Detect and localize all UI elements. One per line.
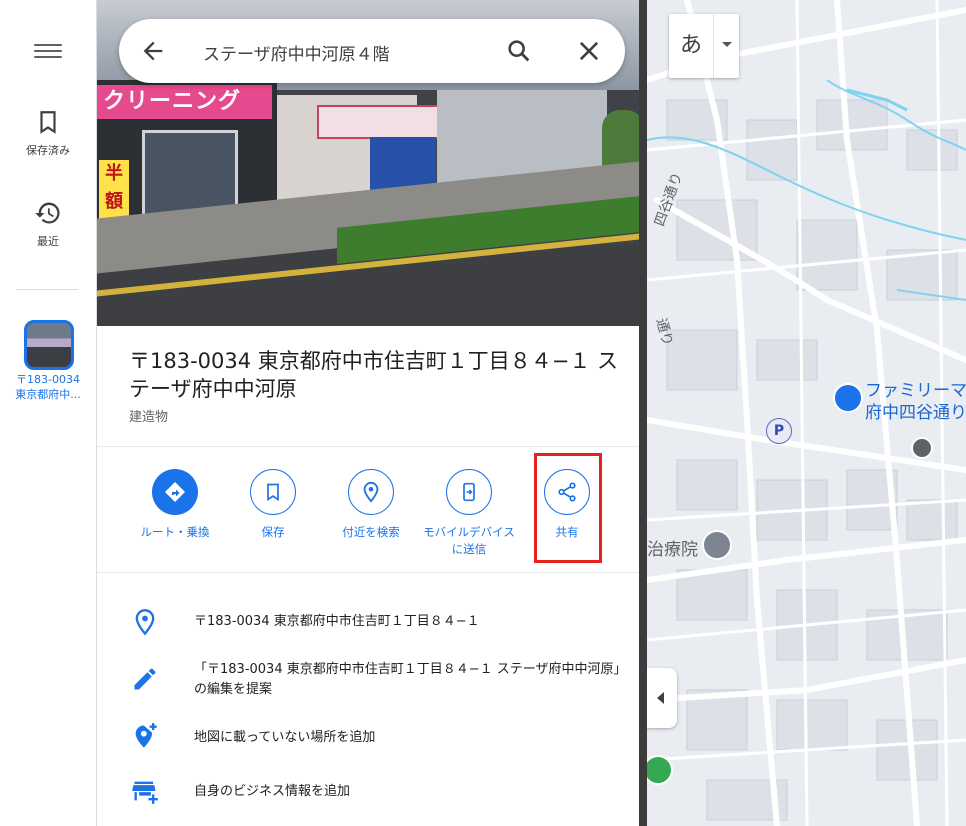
clinic-marker[interactable] — [702, 530, 732, 560]
close-icon[interactable] — [575, 37, 603, 65]
shop-banner: 半額 — [99, 160, 129, 220]
suggest-edit-text: 「〒183-0034 東京都府中市住吉町１丁目８４−１ ステーザ府中中河原」の編… — [194, 662, 620, 697]
divider — [97, 446, 639, 447]
place-category[interactable]: 建造物 — [129, 406, 168, 425]
nearby-label: 付近を検索 — [342, 525, 400, 539]
map-canvas[interactable]: あ 四谷通り 通り ファミリーマ 府中四谷通り P 治療院 — [647, 0, 966, 826]
divider — [97, 572, 639, 573]
nearby-search-icon — [363, 481, 379, 503]
share-highlight-box — [534, 453, 602, 563]
place-title: 〒183-0034 東京都府中市住吉町１丁目８４−１ ステーザ府中中河原 — [129, 349, 619, 401]
recent-button[interactable]: 最近 — [0, 199, 96, 249]
yotsuya-street-label: 府中四谷通り — [865, 403, 966, 423]
menu-icon[interactable] — [34, 40, 62, 62]
add-missing-place-text: 地図に載っていない場所を追加 — [194, 730, 376, 745]
recent-place-thumbnail[interactable] — [24, 320, 74, 370]
recent-place-line1: 〒183-0034 — [16, 373, 80, 386]
recent-label: 最近 — [37, 235, 59, 248]
saved-label: 保存済み — [26, 144, 70, 157]
parking-marker[interactable]: P — [766, 418, 792, 444]
send-to-phone-icon — [463, 482, 475, 502]
directions-label: ルート・乗換 — [140, 525, 210, 539]
history-icon — [35, 202, 60, 224]
clinic-label[interactable]: 治療院 — [647, 535, 698, 560]
bookmark-icon — [40, 111, 56, 134]
add-business-text: 自身のビジネス情報を追加 — [194, 784, 351, 799]
collapse-panel-button[interactable] — [647, 668, 677, 728]
rail-divider — [16, 289, 78, 290]
address-text: 〒183-0034 東京都府中市住吉町１丁目８４−１ — [194, 614, 480, 629]
location-pin-icon — [135, 609, 155, 636]
place-panel: クリーニング 半額 〒183-0034 東京都府中市住吉町１丁目８４−１ ステー… — [97, 0, 639, 826]
shop-sign: クリーニング — [97, 85, 272, 119]
directions-icon — [165, 482, 185, 502]
nearby-button[interactable]: 付近を検索 — [322, 469, 420, 541]
search-icon[interactable] — [505, 37, 533, 65]
pencil-icon — [134, 668, 156, 690]
chevron-down-icon[interactable] — [713, 14, 740, 78]
saved-button[interactable]: 保存済み — [0, 108, 96, 158]
panel-gap — [639, 0, 647, 826]
send-to-device-button[interactable]: モバイルデバイスに送信 — [420, 469, 518, 558]
directions-button[interactable]: ルート・乗換 — [126, 469, 224, 541]
back-arrow-icon[interactable] — [139, 37, 167, 65]
bookmark-icon — [267, 483, 279, 502]
save-label: 保存 — [261, 525, 285, 539]
add-business-icon — [132, 781, 158, 804]
search-box — [119, 19, 625, 83]
save-button[interactable]: 保存 — [224, 469, 322, 541]
input-method-button[interactable]: あ — [669, 14, 713, 78]
recent-place-line2: 東京都府中... — [15, 388, 81, 401]
add-location-icon — [135, 723, 157, 748]
convenience-store-marker[interactable] — [833, 383, 863, 413]
input-method-selector: あ — [669, 14, 739, 78]
left-rail: 保存済み 最近 〒183-0034 東京都府中... — [0, 0, 97, 826]
recent-place-label[interactable]: 〒183-0034 東京都府中... — [0, 372, 96, 402]
send-to-device-label: モバイルデバイスに送信 — [423, 525, 515, 556]
bus-stop-marker[interactable] — [911, 437, 933, 459]
search-input[interactable] — [201, 35, 495, 69]
